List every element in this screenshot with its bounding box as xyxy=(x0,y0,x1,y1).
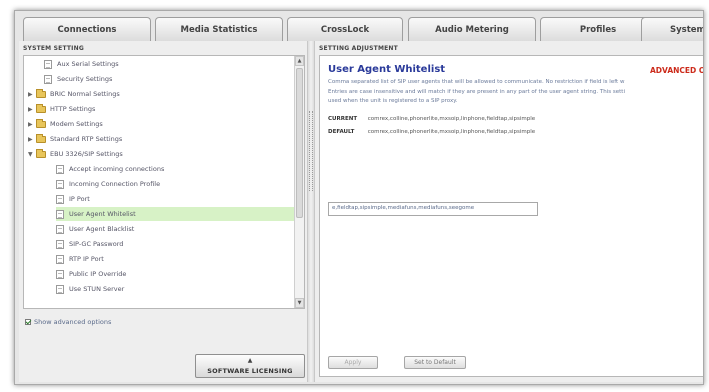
settings-tree: Aux Serial Settings Security Settings ▶ … xyxy=(23,55,305,309)
expand-arrow-icon[interactable]: ▶ xyxy=(28,136,36,143)
folder-icon xyxy=(36,118,46,128)
tree-item-rtp-ip-port[interactable]: RTP IP Port xyxy=(56,252,294,266)
current-label: CURRENT xyxy=(328,116,358,122)
tree-scrollbar[interactable]: ▲ ▼ xyxy=(294,56,304,308)
folder-icon xyxy=(36,88,46,98)
document-icon xyxy=(56,269,64,279)
document-icon xyxy=(56,179,64,189)
tree-item-user-agent-whitelist[interactable]: User Agent Whitelist xyxy=(56,207,294,221)
tree-item-incoming-profile[interactable]: Incoming Connection Profile xyxy=(56,177,294,191)
tree-item-http-settings[interactable]: ▶ HTTP Settings xyxy=(28,102,294,116)
expand-arrow-icon[interactable]: ▶ xyxy=(28,91,36,98)
document-icon xyxy=(56,239,64,249)
tree-item-public-ip-override[interactable]: Public IP Override xyxy=(56,267,294,281)
tree-item-standard-rtp-settings[interactable]: ▶ Standard RTP Settings xyxy=(28,132,294,146)
tree-item-label: User Agent Whitelist xyxy=(69,210,136,218)
tree-item-label: Public IP Override xyxy=(69,270,127,278)
set-to-default-button[interactable]: Set to Default xyxy=(404,356,466,369)
tree-item-label: Standard RTP Settings xyxy=(50,135,123,143)
tree-item-ip-port[interactable]: IP Port xyxy=(56,192,294,206)
system-setting-panel: SYSTEM SETTING Aux Serial Settings Secur… xyxy=(19,41,307,382)
scroll-thumb[interactable] xyxy=(296,68,303,218)
document-icon xyxy=(56,209,64,219)
scroll-up-icon[interactable]: ▲ xyxy=(295,56,304,66)
tree-item-label: HTTP Settings xyxy=(50,105,96,113)
tree-item-use-stun-server[interactable]: Use STUN Server xyxy=(56,282,294,296)
software-licensing-button[interactable]: ▲ SOFTWARE LICENSING xyxy=(195,354,305,378)
tab-crosslock[interactable]: CrossLock xyxy=(287,17,403,41)
tree-item-label: IP Port xyxy=(69,195,90,203)
tab-bar: Connections Media Statistics CrossLock A… xyxy=(15,11,703,41)
expand-arrow-icon[interactable]: ▶ xyxy=(28,121,36,128)
expand-arrow-icon[interactable]: ▶ xyxy=(28,106,36,113)
document-icon xyxy=(44,59,52,69)
tab-system-settings[interactable]: System S xyxy=(641,17,703,41)
checkbox-icon[interactable] xyxy=(25,319,31,325)
panel-splitter[interactable] xyxy=(307,41,315,382)
document-icon xyxy=(56,254,64,264)
default-value: comrex,colline,phonerlite,mxsoip,linphon… xyxy=(367,129,536,135)
tree-item-label: SIP-GC Password xyxy=(69,240,124,248)
current-value-row: CURRENT comrex,colline,phonerlite,mxsoip… xyxy=(328,116,535,122)
whitelist-input[interactable]: e,fieldtap,sipsimple,mediafuns,mediafuns… xyxy=(328,202,538,216)
tree-item-label: Incoming Connection Profile xyxy=(69,180,161,188)
tree-item-label: User Agent Blacklist xyxy=(69,225,135,233)
tab-connections[interactable]: Connections xyxy=(23,17,151,41)
tree-item-label: Security Settings xyxy=(57,75,113,83)
setting-content: User Agent Whitelist ADVANCED O Comma se… xyxy=(319,55,704,377)
description-line: Entries are case insensitive and will ma… xyxy=(328,88,625,95)
tree-item-label: BRIC Normal Settings xyxy=(50,90,120,98)
tree-item-ebu-sip-settings[interactable]: ▼ EBU 3326/SIP Settings xyxy=(28,147,294,161)
tree-item-aux-serial-settings[interactable]: Aux Serial Settings xyxy=(44,57,294,71)
folder-icon xyxy=(36,133,46,143)
system-setting-heading: SYSTEM SETTING xyxy=(23,45,84,52)
tab-audio-metering[interactable]: Audio Metering xyxy=(408,17,536,41)
app-window: Connections Media Statistics CrossLock A… xyxy=(14,10,704,385)
setting-title: User Agent Whitelist xyxy=(328,64,446,75)
scroll-down-icon[interactable]: ▼ xyxy=(295,298,304,308)
tree-item-label: RTP IP Port xyxy=(69,255,104,263)
setting-adjustment-heading: SETTING ADJUSTMENT xyxy=(319,45,398,52)
tree-item-security-settings[interactable]: Security Settings xyxy=(44,72,294,86)
default-label: DEFAULT xyxy=(328,129,355,135)
caret-up-icon: ▲ xyxy=(247,357,253,364)
document-icon xyxy=(56,284,64,294)
description-line: Comma separated list of SIP user agents … xyxy=(328,79,625,85)
tree-item-label: Use STUN Server xyxy=(69,285,125,293)
tree-item-label: EBU 3326/SIP Settings xyxy=(50,150,123,158)
tree-item-label: Aux Serial Settings xyxy=(57,60,119,68)
tree-item-sip-gc-password[interactable]: SIP-GC Password xyxy=(56,237,294,251)
grip-icon xyxy=(309,111,313,191)
tab-profiles[interactable]: Profiles xyxy=(540,17,656,41)
tree-item-accept-incoming[interactable]: Accept incoming connections xyxy=(56,162,294,176)
setting-adjustment-panel: SETTING ADJUSTMENT User Agent Whitelist … xyxy=(315,41,704,382)
show-advanced-options[interactable]: Show advanced options xyxy=(25,318,111,326)
current-value: comrex,colline,phonerlite,mxsoip,linphon… xyxy=(367,116,536,122)
document-icon xyxy=(56,194,64,204)
tree-item-bric-normal-settings[interactable]: ▶ BRIC Normal Settings xyxy=(28,87,294,101)
default-value-row: DEFAULT comrex,colline,phonerlite,mxsoip… xyxy=(328,129,535,135)
tab-media-statistics[interactable]: Media Statistics xyxy=(155,17,283,41)
document-icon xyxy=(44,74,52,84)
description-line: used when the unit is registered to a SI… xyxy=(328,98,458,104)
setting-description: Comma separated list of SIP user agents … xyxy=(328,78,703,107)
folder-icon xyxy=(36,148,46,158)
advanced-options-badge: ADVANCED O xyxy=(650,66,704,75)
document-icon xyxy=(56,164,64,174)
tree-item-modem-settings[interactable]: ▶ Modem Settings xyxy=(28,117,294,131)
tree-item-label: Modem Settings xyxy=(50,120,103,128)
folder-icon xyxy=(36,103,46,113)
show-advanced-label: Show advanced options xyxy=(34,318,112,326)
document-icon xyxy=(56,224,64,234)
tree-item-label: Accept incoming connections xyxy=(69,165,165,173)
tree-item-user-agent-blacklist[interactable]: User Agent Blacklist xyxy=(56,222,294,236)
apply-button[interactable]: Apply xyxy=(328,356,378,369)
collapse-arrow-icon[interactable]: ▼ xyxy=(28,151,36,158)
software-licensing-label: SOFTWARE LICENSING xyxy=(207,367,293,375)
